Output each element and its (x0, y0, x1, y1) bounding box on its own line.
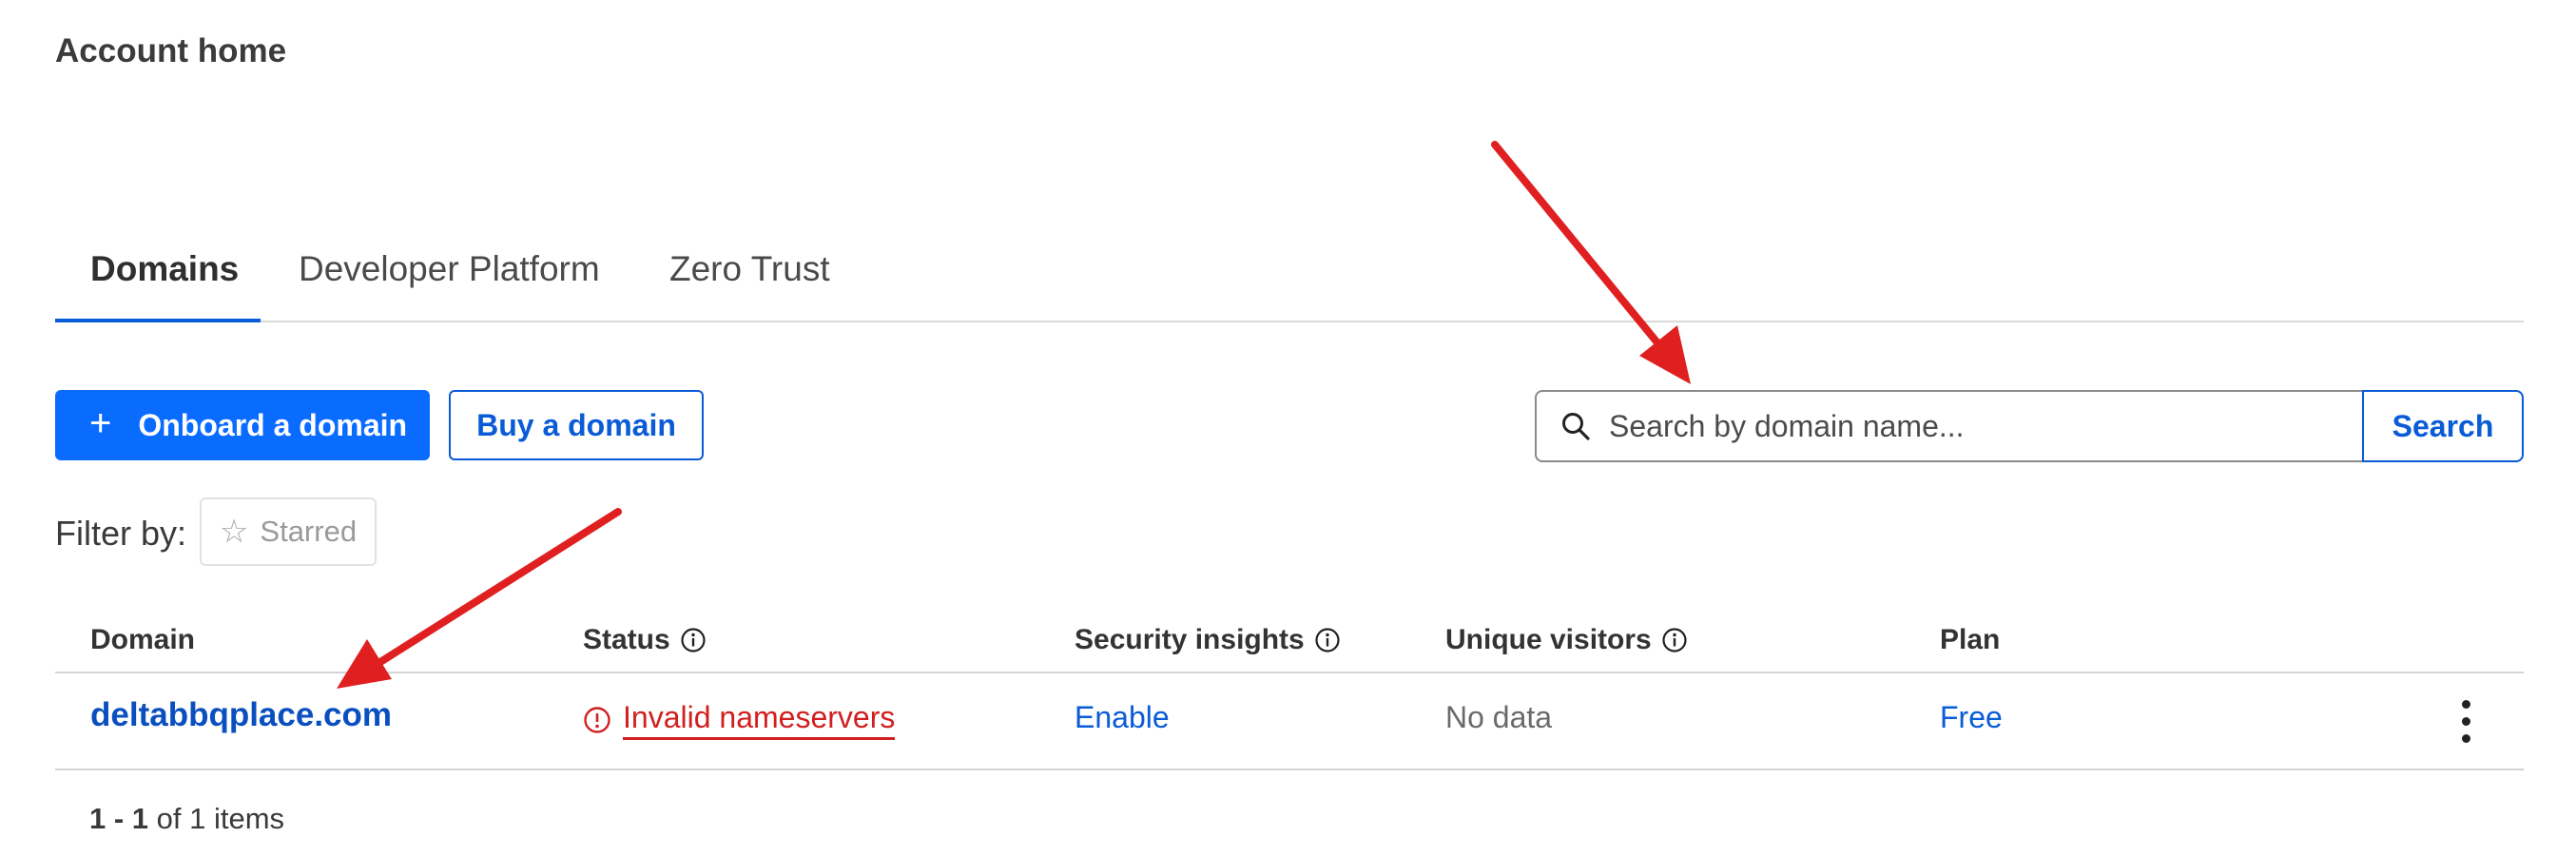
pagination-summary: 1 - 1 of 1 items (89, 802, 284, 836)
invalid-nameservers-link[interactable]: Invalid nameservers (623, 700, 896, 740)
search-button[interactable]: Search (2362, 390, 2524, 462)
search-input[interactable] (1607, 407, 2334, 445)
unique-visitors-value: No data (1445, 700, 1553, 734)
star-outline-icon: ☆ (219, 514, 249, 550)
column-header-visitors-label: Unique visitors (1445, 624, 1652, 655)
starred-filter-chip[interactable]: ☆ Starred (200, 497, 377, 566)
plan-link[interactable]: Free (1940, 700, 2003, 735)
onboard-domain-label: Onboard a domain (138, 407, 408, 442)
column-header-unique-visitors[interactable]: Unique visitors (1445, 624, 1688, 656)
column-header-security-insights[interactable]: Security insights (1075, 624, 1341, 656)
info-icon[interactable] (1661, 627, 1688, 653)
table-header: Domain Status Security insights Unique v… (55, 609, 2524, 673)
tab-bar: Domains Developer Platform Zero Trust (55, 228, 2524, 322)
buy-domain-button[interactable]: Buy a domain (449, 390, 704, 460)
onboard-domain-button[interactable]: + Onboard a domain (55, 390, 430, 460)
tab-developer-platform[interactable]: Developer Platform (299, 249, 600, 289)
table-row: deltabbqplace.com Invalid nameservers En… (55, 673, 2524, 770)
column-header-status-label: Status (583, 624, 670, 655)
kebab-menu-icon[interactable] (2459, 698, 2472, 746)
domains-table: Domain Status Security insights Unique v… (55, 609, 2524, 770)
info-icon[interactable] (680, 627, 707, 653)
status-cell: Invalid nameservers (583, 700, 896, 740)
search-icon (1562, 413, 1590, 440)
search-field (1535, 390, 2362, 462)
info-icon[interactable] (1314, 627, 1341, 653)
pagination-total: of 1 items (156, 802, 285, 835)
filter-label: Filter by: (55, 514, 187, 553)
starred-filter-label: Starred (260, 515, 358, 548)
alert-circle-icon (584, 707, 610, 733)
column-header-status[interactable]: Status (583, 624, 707, 656)
tab-domains[interactable]: Domains (90, 249, 239, 289)
column-header-security-label: Security insights (1075, 624, 1305, 655)
plus-icon: + (89, 402, 112, 444)
column-header-plan-label: Plan (1940, 624, 2001, 655)
tab-zero-trust[interactable]: Zero Trust (669, 249, 830, 289)
enable-security-insights-link[interactable]: Enable (1075, 700, 1170, 735)
page-title: Account home (55, 32, 287, 69)
column-header-plan[interactable]: Plan (1940, 624, 2000, 656)
column-header-domain[interactable]: Domain (90, 624, 195, 656)
active-tab-indicator (55, 319, 261, 322)
domain-link[interactable]: deltabbqplace.com (90, 696, 392, 734)
column-header-domain-label: Domain (90, 624, 196, 655)
pagination-range: 1 - 1 (89, 802, 149, 835)
